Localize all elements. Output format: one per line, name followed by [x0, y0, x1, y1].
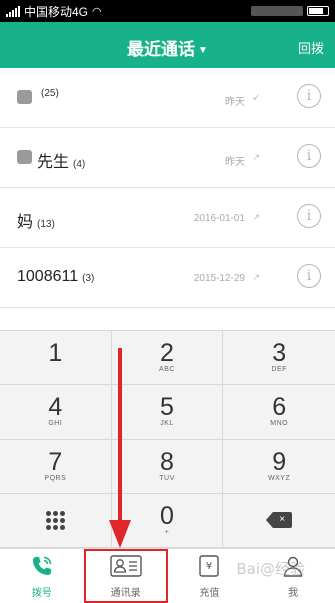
info-icon[interactable]: i: [297, 264, 321, 288]
key-digit: 4: [48, 393, 63, 422]
page-title: 最近通话: [127, 40, 196, 59]
key-4[interactable]: 4 GHI: [0, 385, 112, 440]
call-contact-name: 1008611: [17, 268, 79, 285]
svg-text:¥: ¥: [206, 561, 212, 572]
call-count: (4): [73, 159, 86, 170]
call-row[interactable]: 1008611 (3) 2015-12-29 ↗ i: [0, 248, 335, 308]
tab-label: 我: [288, 588, 299, 599]
call-count: (13): [37, 219, 55, 230]
callback-button[interactable]: 回拨: [298, 38, 324, 57]
call-name: 妈 (13): [17, 208, 55, 232]
call-direction-icon: ↗: [252, 152, 260, 162]
tab-label: 通讯录: [110, 588, 141, 599]
carrier-label: 中国移动4G: [24, 4, 89, 19]
recent-calls-list: (25) 昨天 ↙ i 先生 (4) 昨天 ↗ i 妈 (13) 2016-01…: [0, 68, 335, 308]
key-letters: ABC: [159, 366, 175, 374]
key-letters: TUV: [159, 474, 175, 482]
key-letters: WXYZ: [268, 474, 291, 482]
tab-dial[interactable]: 拨号: [0, 549, 84, 603]
recent-calls-title[interactable]: 最近通话 ▼: [0, 35, 335, 60]
tab-contacts[interactable]: 通讯录: [83, 549, 168, 603]
key-digit: 8: [160, 447, 174, 476]
call-row[interactable]: 妈 (13) 2016-01-01 ↗ i: [0, 188, 335, 248]
key-7[interactable]: 7 PQRS: [0, 439, 112, 494]
call-date: 2016-01-01: [193, 213, 245, 224]
tab-label: 充值: [199, 588, 220, 599]
info-icon[interactable]: i: [297, 204, 321, 228]
tab-label: 拨号: [31, 588, 52, 599]
backspace-icon: ×: [266, 512, 293, 529]
blurred-avatar: [17, 150, 32, 164]
key-letters: DEF: [271, 366, 287, 374]
key-letters: MNO: [270, 420, 289, 428]
call-contact-name: 妈: [17, 214, 34, 231]
key-letters: PQRS: [44, 474, 67, 482]
key-digit: 5: [160, 393, 174, 422]
wifi-icon: ◠: [92, 5, 102, 18]
dial-keypad: 1 2 ABC 3 DEF 4 GHI 5 JKL 6 MNO 7 PQRS 8…: [0, 330, 335, 548]
header: 最近通话 ▼ 回拨: [0, 22, 335, 68]
backspace-button[interactable]: ×: [223, 494, 335, 548]
call-date: 昨天: [225, 157, 245, 168]
chevron-down-icon: ▼: [198, 45, 208, 56]
call-name: 先生 (4): [37, 148, 85, 172]
key-3[interactable]: 3 DEF: [223, 331, 335, 386]
call-date: 2015-12-29: [193, 273, 245, 284]
info-icon[interactable]: i: [297, 84, 321, 108]
blurred-avatar: [17, 90, 32, 104]
key-letters: JKL: [160, 420, 174, 428]
call-date: 昨天: [225, 97, 245, 108]
key-digit: 6: [272, 393, 287, 422]
info-icon[interactable]: i: [297, 144, 321, 168]
status-bar: 中国移动4G ◠: [0, 0, 335, 22]
phone-icon: [30, 551, 54, 581]
key-digit: 1: [48, 339, 63, 368]
key-9[interactable]: 9 WXYZ: [223, 440, 335, 494]
key-digit: 0: [160, 501, 174, 530]
status-time-blurred: [251, 6, 303, 16]
watermark: Bai@经验: [236, 560, 305, 578]
key-digit: 2: [160, 339, 174, 368]
key-6[interactable]: 6 MNO: [223, 385, 335, 440]
keypad-toggle-button[interactable]: [0, 493, 112, 548]
call-count: (3): [82, 273, 95, 284]
annotation-arrow: [109, 348, 131, 548]
call-direction-icon: ↗: [252, 212, 260, 222]
call-name: (25): [37, 88, 59, 99]
call-count: (25): [41, 88, 59, 99]
call-direction-icon: ↙: [252, 92, 260, 102]
signal-icon: [6, 5, 20, 17]
key-digit: 3: [272, 339, 287, 368]
key-digit: 7: [48, 447, 63, 476]
call-contact-name: 先生: [37, 154, 70, 171]
key-letters: GHI: [48, 420, 63, 428]
call-row[interactable]: 先生 (4) 昨天 ↗ i: [0, 128, 335, 188]
key-letters: +: [164, 528, 170, 536]
call-name: 1008611 (3): [17, 268, 94, 286]
call-direction-icon: ↗: [252, 272, 260, 282]
keypad-grid-icon: [45, 510, 65, 530]
yen-recharge-icon: ¥: [197, 551, 221, 581]
call-row[interactable]: (25) 昨天 ↙ i: [0, 68, 335, 128]
key-1[interactable]: 1: [0, 331, 112, 386]
battery-icon: [307, 6, 329, 16]
contact-card-icon: [109, 551, 142, 581]
key-digit: 9: [272, 447, 287, 476]
